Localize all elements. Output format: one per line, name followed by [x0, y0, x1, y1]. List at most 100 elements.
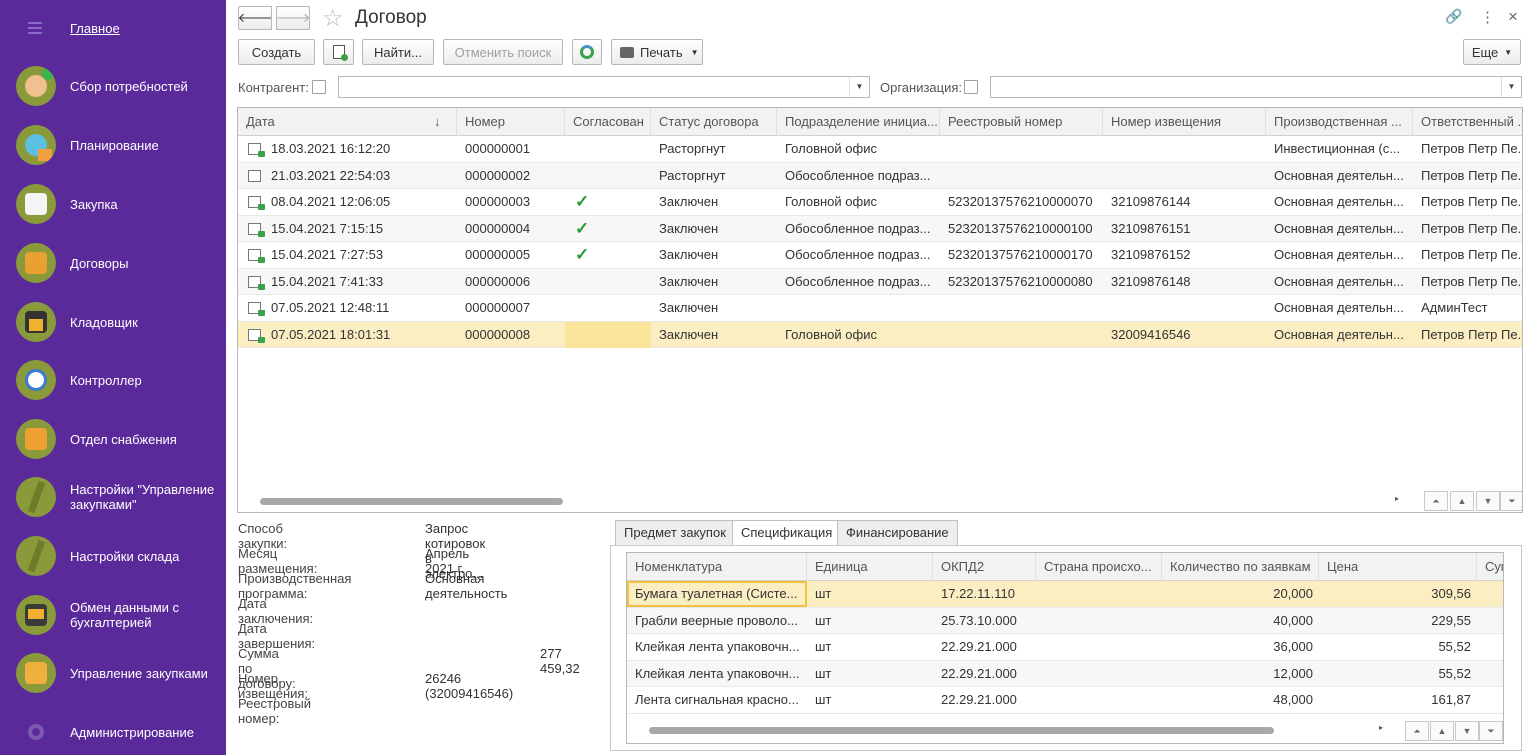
scroll-up-button[interactable]: ▲ [1450, 491, 1474, 511]
column-header-sum[interactable]: Сум [1477, 553, 1503, 581]
sidebar-item-planning[interactable]: Планирование [0, 125, 226, 165]
scroll-down-button[interactable]: ▼ [1455, 721, 1479, 741]
sidebar-item-controller[interactable]: Контроллер [0, 360, 226, 400]
column-header-unit[interactable]: Единица [807, 553, 933, 581]
cell-agreed [565, 321, 651, 348]
cell-qty: 40,000 [1273, 612, 1313, 628]
copy-button[interactable] [323, 39, 354, 65]
wrench-icon [16, 536, 56, 576]
cell-qty: 36,000 [1273, 639, 1313, 654]
sidebar-item-needs[interactable]: Сбор потребностей [0, 66, 226, 106]
close-icon[interactable]: × [1508, 7, 1518, 27]
print-button[interactable]: Печать ▼ [611, 39, 703, 65]
column-header-program[interactable]: Производственная ... [1266, 108, 1413, 136]
table-row[interactable]: Грабли веерные проволо... шт 25.73.10.000 4… [627, 607, 1503, 634]
organization-checkbox[interactable] [964, 80, 978, 94]
cell-agreed [565, 269, 651, 295]
table-row[interactable]: Клейкая лента упаковочн... шт 22.29.21.000… [627, 660, 1503, 687]
table-row[interactable]: 15.04.2021 7:41:33 000000006 Заключен Обосо… [238, 268, 1523, 295]
counterparty-field[interactable]: ▼ [338, 76, 870, 98]
sidebar-item-purchase[interactable]: Закупка [0, 184, 226, 224]
specification-table[interactable]: Номенклатура Единица ОКПД2 Страна происх… [626, 552, 1504, 744]
sidebar-item-main[interactable]: Главное [0, 18, 226, 40]
table-header: Дата ↓ Номер Согласован Статус договора П… [238, 108, 1522, 136]
table-row[interactable]: 07.05.2021 18:01:31 000000008 Заключен Голо… [238, 321, 1522, 348]
sidebar-item-administration[interactable]: Администрирование [0, 720, 226, 744]
column-header-okpd2[interactable]: ОКПД2 [933, 553, 1036, 581]
star-icon[interactable]: ☆ [322, 4, 344, 33]
column-header-status[interactable]: Статус договора [651, 108, 777, 136]
organization-field[interactable]: ▼ [990, 76, 1522, 98]
cell-status: Заключен [659, 300, 719, 315]
column-header-responsible[interactable]: Ответственный ... [1413, 108, 1522, 136]
column-header-registry-number[interactable]: Реестровый номер [940, 108, 1103, 136]
scroll-first-button[interactable]: ⏶ [1405, 721, 1429, 741]
contracts-table[interactable]: Дата ↓ Номер Согласован Статус договора П… [237, 107, 1523, 513]
sidebar-item-purchase-settings[interactable]: Настройки "Управление закупками" [0, 477, 226, 517]
find-button[interactable]: Найти... [362, 39, 434, 65]
scroll-right-icon[interactable]: ▸ [1379, 723, 1383, 732]
sidebar-item-storekeeper[interactable]: Кладовщик [0, 302, 226, 342]
horizontal-scrollbar[interactable]: ▸ [248, 494, 1399, 508]
cell-date: 18.03.2021 16:12:20 [238, 136, 457, 162]
column-header-quantity[interactable]: Количество по заявкам [1162, 553, 1319, 581]
column-header-nomenclature[interactable]: Номенклатура [627, 553, 807, 581]
table-row[interactable]: 08.04.2021 12:06:05 000000003 ✓ Заключен Гол… [238, 189, 1522, 216]
counterparty-checkbox[interactable] [312, 80, 326, 94]
tab-purchase-subject[interactable]: Предмет закупок [615, 520, 735, 546]
column-header-notice-number[interactable]: Номер извещения [1103, 108, 1266, 136]
cell-resp: Петров Петр Пе... [1421, 273, 1523, 289]
create-button[interactable]: Создать [238, 39, 315, 65]
scroll-right-icon[interactable]: ▸ [1395, 494, 1399, 503]
sidebar-item-label: Планирование [70, 138, 159, 153]
sidebar-item-accounting-exchange[interactable]: Обмен данными с бухгалтерией [0, 595, 226, 635]
printer-icon [620, 46, 634, 58]
column-header-division[interactable]: Подразделение инициа... [777, 108, 940, 136]
column-header-price[interactable]: Цена [1319, 553, 1477, 581]
table-row[interactable]: 21.03.2021 22:54:03 000000002 Расторгнут Об… [238, 162, 1522, 189]
sidebar-item-label: Администрирование [70, 725, 194, 740]
horizontal-scrollbar[interactable]: ▸ [637, 723, 1383, 737]
chevron-down-icon[interactable]: ▼ [1501, 77, 1521, 97]
sidebar-item-label: Настройки склада [70, 549, 180, 564]
scrollbar-thumb[interactable] [260, 498, 563, 505]
scroll-up-button[interactable]: ▲ [1430, 721, 1454, 741]
scroll-first-button[interactable]: ⏶ [1424, 491, 1448, 511]
table-row[interactable]: 15.04.2021 7:27:53 000000005 ✓ Заключен Обос… [238, 242, 1522, 269]
scroll-last-button[interactable]: ⏷ [1500, 491, 1522, 511]
sidebar-item-contracts[interactable]: Договоры [0, 243, 226, 283]
cell-reg [940, 295, 1103, 321]
column-header-number[interactable]: Номер [457, 108, 565, 136]
chevron-down-icon[interactable]: ▼ [849, 77, 869, 97]
column-header-date[interactable]: Дата ↓ [238, 108, 457, 136]
document-icon [248, 222, 265, 237]
sidebar-item-warehouse-settings[interactable]: Настройки склада [0, 536, 226, 576]
table-row[interactable]: Лента сигнальная красно... шт 22.29.21.000… [627, 687, 1503, 714]
cancel-search-button[interactable]: Отменить поиск [443, 39, 563, 65]
menu-icon[interactable] [28, 22, 42, 34]
scroll-down-button[interactable]: ▼ [1476, 491, 1500, 511]
scrollbar-thumb[interactable] [649, 727, 1274, 734]
table-row[interactable]: 07.05.2021 12:48:11 000000007 Заключен Осно… [238, 295, 1522, 322]
cell-number: 000000001 [465, 141, 531, 156]
cell-country [1036, 608, 1162, 634]
link-icon[interactable]: 🔗 [1445, 8, 1462, 25]
column-header-agreed[interactable]: Согласован [565, 108, 651, 136]
more-button[interactable]: Еще ▼ [1463, 39, 1521, 65]
sidebar-item-label: Управление закупками [70, 666, 208, 681]
forward-button[interactable]: 🡒 [276, 6, 310, 30]
table-row[interactable]: Бумага туалетная (Систе... шт 17.22.11.110… [627, 581, 1503, 608]
sidebar-item-purchase-management[interactable]: Управление закупками [0, 653, 226, 693]
scroll-last-button[interactable]: ⏷ [1479, 721, 1503, 741]
refresh-button[interactable] [572, 39, 602, 65]
more-options-icon[interactable]: ⋮ [1480, 8, 1495, 26]
sidebar-item-supply[interactable]: Отдел снабжения [0, 419, 226, 459]
table-row[interactable]: 15.04.2021 7:15:15 000000004 ✓ Заключен Обос… [238, 215, 1522, 242]
tab-financing[interactable]: Финансирование [837, 520, 958, 546]
sidebar: Главное Сбор потребностей Планирование З… [0, 0, 226, 755]
back-button[interactable]: 🡐 [238, 6, 272, 30]
table-row[interactable]: 18.03.2021 16:12:20 000000001 Расторгнут Го… [238, 136, 1522, 163]
column-header-country[interactable]: Страна происхо... [1036, 553, 1162, 581]
table-row[interactable]: Клейкая лента упаковочн... шт 22.29.21.000… [627, 634, 1503, 661]
tab-specification[interactable]: Спецификация [732, 520, 842, 546]
